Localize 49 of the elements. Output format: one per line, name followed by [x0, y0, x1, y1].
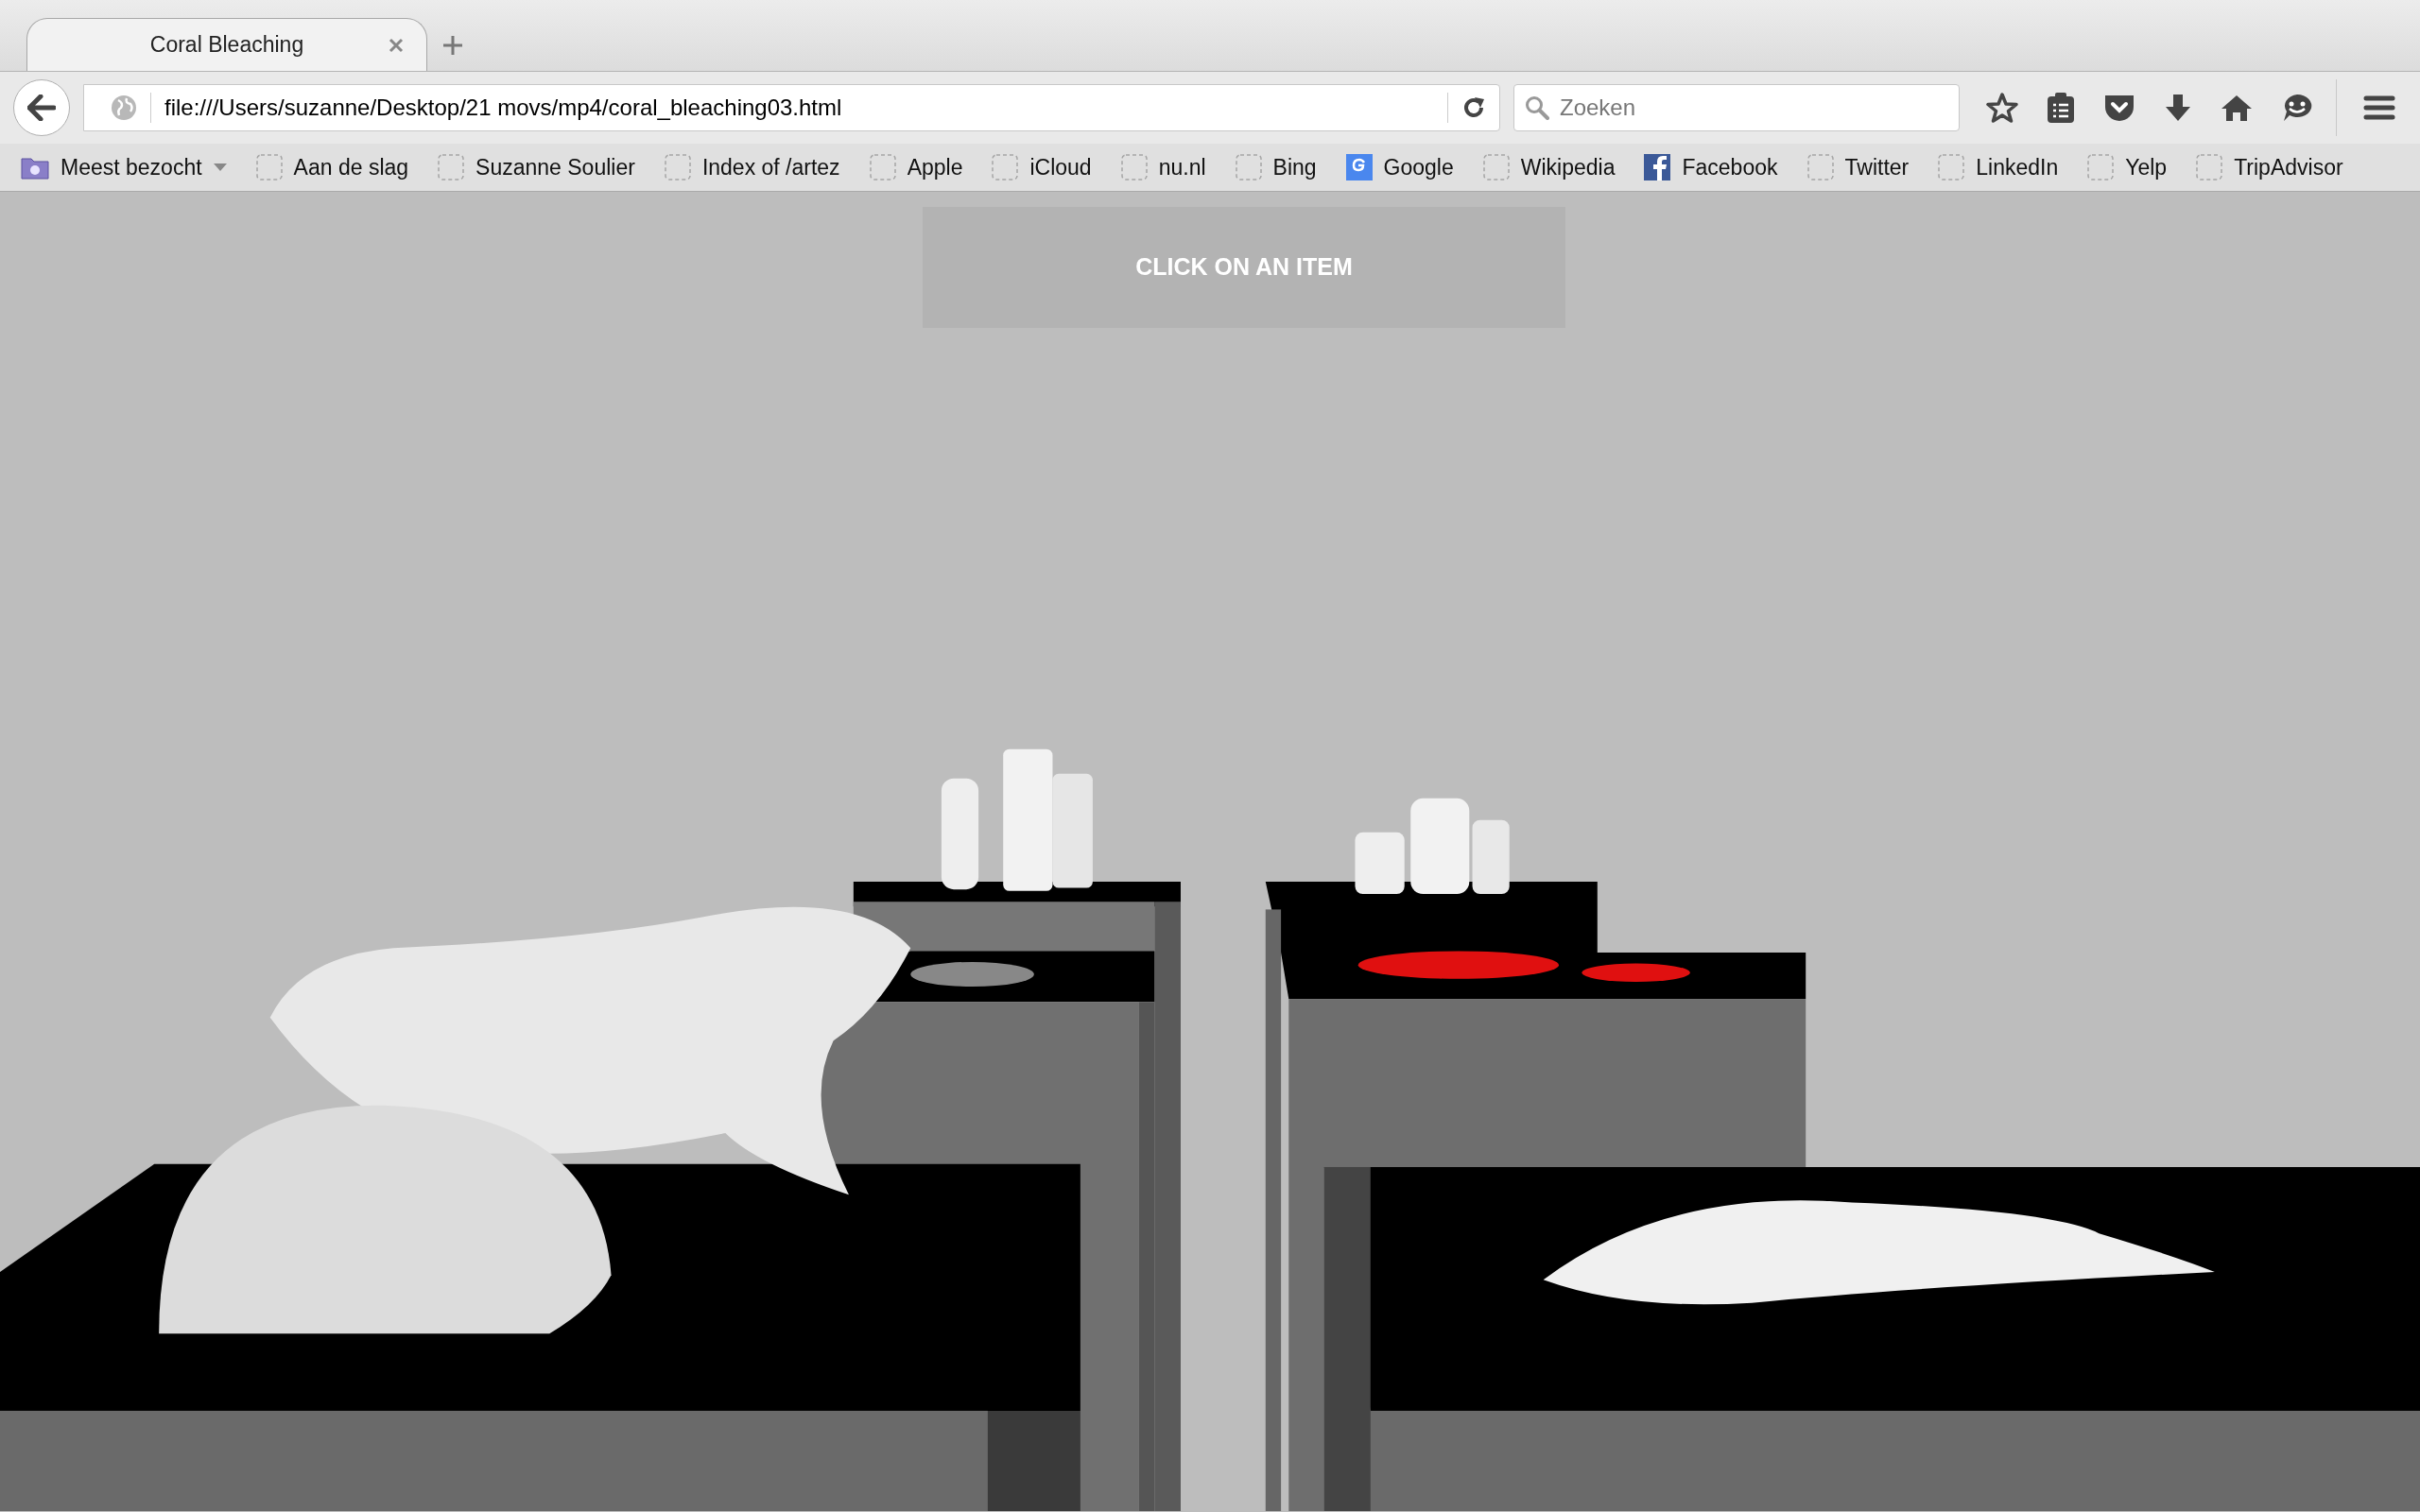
globe-icon — [111, 94, 137, 121]
clipboard-list-icon[interactable] — [2047, 92, 2075, 124]
blank-page-icon — [1120, 154, 1148, 180]
blank-page-icon — [1482, 154, 1510, 180]
browser-tab[interactable]: Coral Bleaching — [26, 18, 427, 71]
bookmark-item[interactable]: Wikipedia — [1482, 150, 1616, 184]
blank-page-icon — [1938, 154, 1965, 180]
bookmark-item[interactable]: Aan de slag — [255, 150, 409, 184]
download-icon[interactable] — [2164, 93, 2192, 123]
banner-text: CLICK ON AN ITEM — [1135, 252, 1353, 283]
reload-icon[interactable] — [1461, 95, 1486, 120]
star-icon[interactable] — [1986, 92, 2018, 124]
home-icon[interactable] — [2221, 94, 2253, 122]
blank-page-icon — [664, 154, 691, 180]
menu-icon[interactable] — [2363, 94, 2395, 121]
bookmark-item[interactable]: Twitter — [1806, 150, 1910, 184]
blank-page-icon — [255, 154, 283, 180]
g-logo-icon — [1345, 154, 1373, 180]
search-field[interactable]: Zoeken — [1513, 84, 1960, 131]
bookmark-item[interactable]: Facebook — [1644, 150, 1778, 184]
url-text: file:///Users/suzanne/Desktop/21 movs/mp4/coral_bleaching03.html — [164, 94, 843, 122]
f-logo-icon — [1644, 154, 1671, 180]
blank-page-icon — [869, 154, 896, 180]
dropdown-caret-icon — [213, 163, 227, 171]
blank-page-icon — [1806, 154, 1834, 180]
blank-page-icon — [2196, 154, 2223, 180]
blank-page-icon — [1235, 154, 1262, 180]
address-bar[interactable]: file:///Users/suzanne/Desktop/21 movs/mp4/coral_bleaching03.html — [83, 84, 1500, 131]
bookmark-item[interactable]: iCloud — [992, 150, 1092, 184]
bookmark-item[interactable]: Meest bezocht — [21, 150, 227, 184]
bookmark-item[interactable]: nu.nl — [1120, 150, 1206, 184]
blank-page-icon — [2087, 154, 2115, 180]
search-icon — [1525, 95, 1549, 120]
bookmark-item[interactable]: TripAdvisor — [2196, 150, 2343, 184]
bookmark-item[interactable]: LinkedIn — [1938, 150, 2059, 184]
chat-smiley-icon[interactable] — [2281, 93, 2313, 123]
blank-page-icon — [992, 154, 1019, 180]
bookmark-item[interactable]: Yelp — [2087, 150, 2168, 184]
pocket-icon[interactable] — [2103, 93, 2135, 123]
bookmark-item[interactable]: Google — [1345, 150, 1454, 184]
back-arrow-icon — [27, 94, 56, 121]
bookmark-item[interactable]: Suzanne Soulier — [438, 150, 635, 184]
blank-page-icon — [438, 154, 465, 180]
new-tab-icon[interactable] — [442, 35, 463, 56]
bookmark-item[interactable]: Bing — [1235, 150, 1317, 184]
folder-icon — [21, 155, 49, 180]
bookmark-item[interactable]: Apple — [869, 150, 963, 184]
close-icon[interactable] — [389, 38, 404, 53]
bookmark-item[interactable]: Index of /artez — [664, 150, 840, 184]
